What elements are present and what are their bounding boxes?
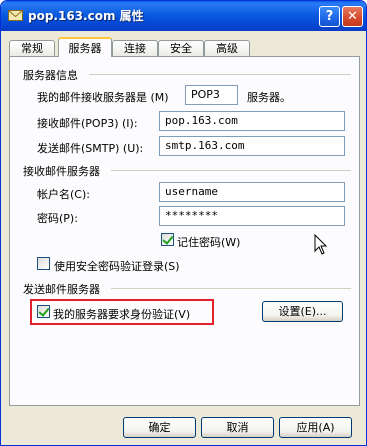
properties-dialog: pop.163.com 属性 ? ✕ 常规 服务器 连接 安全 高级 服务器信息… <box>0 0 367 446</box>
settings-button[interactable]: 设置(E)... <box>262 301 343 322</box>
ok-button[interactable]: 确定 <box>123 417 196 438</box>
outgoing-server-input[interactable]: smtp.163.com <box>159 136 345 156</box>
account-name-label: 帐户名(C): <box>37 188 90 201</box>
close-button[interactable]: ✕ <box>342 6 363 27</box>
cancel-button[interactable]: 取消 <box>201 417 274 438</box>
password-label: 密码(P): <box>37 212 78 225</box>
tab-servers[interactable]: 服务器 <box>58 37 112 57</box>
server-auth-checkbox[interactable] <box>37 305 50 318</box>
incoming-type-label: 我的邮件接收服务器是 (M) <box>37 91 169 104</box>
tab-general[interactable]: 常规 <box>9 40 55 57</box>
help-button[interactable]: ? <box>319 6 340 27</box>
incoming-server-input[interactable]: pop.163.com <box>159 111 345 131</box>
servers-panel <box>9 56 360 406</box>
incoming-server-label: 接收邮件(POP3) (I): <box>37 117 138 130</box>
account-name-input[interactable]: username <box>159 182 345 202</box>
apply-button[interactable]: 应用(A) <box>279 417 352 438</box>
tab-strip: 常规 服务器 连接 安全 高级 <box>9 37 360 57</box>
server-info-heading: 服务器信息 <box>23 69 78 82</box>
divider <box>89 74 351 75</box>
outgoing-server-label: 发送邮件(SMTP) (U): <box>37 142 144 155</box>
tab-security[interactable]: 安全 <box>158 40 204 57</box>
window-title: pop.163.com 属性 <box>28 9 144 23</box>
mouse-cursor-icon <box>314 234 328 255</box>
spa-label[interactable]: 使用安全密码验证登录(S) <box>54 258 180 274</box>
password-input[interactable]: ******** <box>159 206 345 226</box>
mail-envelope-icon <box>8 10 23 21</box>
divider <box>111 170 351 171</box>
incoming-server-heading: 接收邮件服务器 <box>23 165 100 178</box>
tab-advanced[interactable]: 高级 <box>204 40 250 57</box>
incoming-type-field[interactable]: POP3 <box>185 85 238 105</box>
remember-password-checkbox[interactable] <box>161 233 174 246</box>
divider <box>111 288 351 289</box>
tab-connection[interactable]: 连接 <box>112 40 158 57</box>
spa-checkbox[interactable] <box>37 257 50 270</box>
title-bar[interactable]: pop.163.com 属性 ? ✕ <box>1 1 366 31</box>
remember-password-label[interactable]: 记住密码(W) <box>177 234 240 250</box>
outgoing-server-heading: 发送邮件服务器 <box>23 283 100 296</box>
incoming-type-suffix: 服务器。 <box>247 91 291 104</box>
server-auth-label[interactable]: 我的服务器要求身份验证(V) <box>53 306 190 322</box>
